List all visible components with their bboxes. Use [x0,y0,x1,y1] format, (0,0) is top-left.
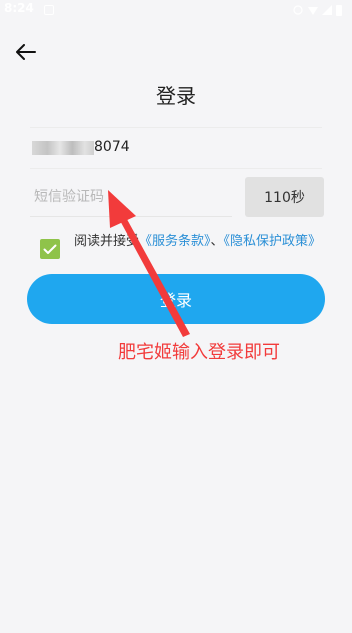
notification-icon [44,5,54,15]
back-arrow-icon [16,44,36,60]
phone-number-suffix: 8074 [94,139,130,155]
back-button[interactable] [12,38,40,66]
alarm-icon [293,5,303,15]
annotation-text: 肥宅姬输入登录即可 [118,342,280,363]
page-title: 登录 [156,84,196,108]
phone-number-field[interactable]: 8074 [30,127,322,169]
wifi-icon [308,7,318,15]
status-icons [293,5,342,16]
login-button[interactable]: 登录 [27,274,325,324]
agreement-text: 阅读并接受《服务条款》、《隐私保护政策》 [74,231,330,252]
status-time: 8:24 [4,1,34,15]
battery-icon [336,5,342,16]
check-icon [43,244,57,254]
agreement-separator: 、 [210,234,224,249]
signal-icon [322,5,332,15]
agreement-prefix: 阅读并接受 [74,234,140,249]
status-bar: 8:24 [0,0,352,22]
privacy-policy-link[interactable]: 《隐私保护政策》 [224,234,322,249]
service-terms-link[interactable]: 《服务条款》 [139,234,211,249]
agreement-checkbox[interactable] [40,239,60,259]
phone-redacted-block [32,141,94,155]
resend-countdown-button[interactable]: 110秒 [245,177,324,217]
sms-code-input[interactable] [30,177,232,217]
